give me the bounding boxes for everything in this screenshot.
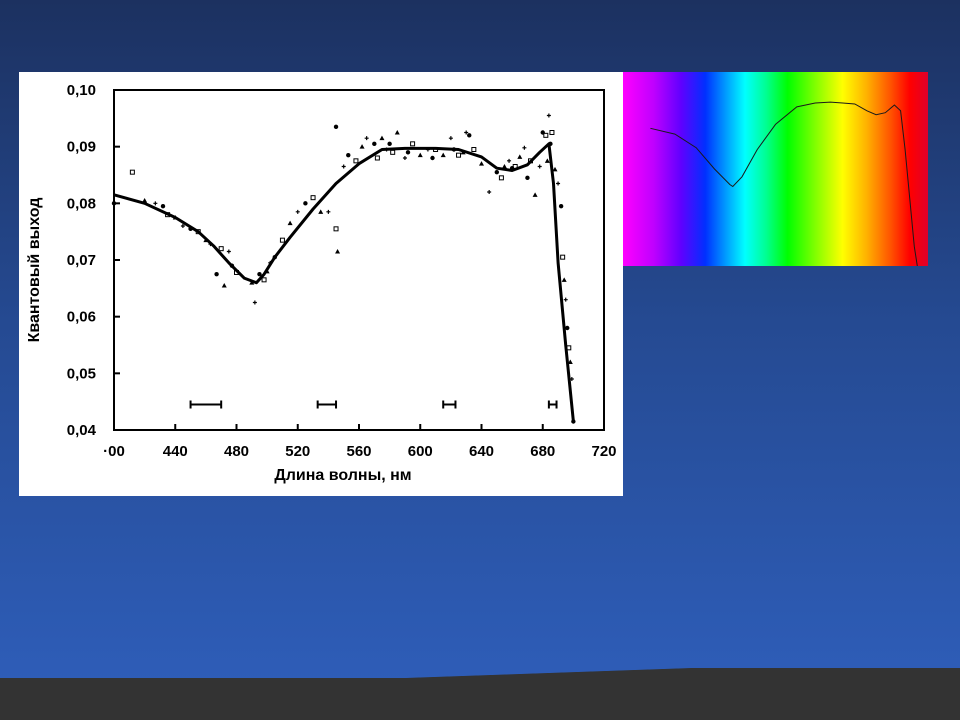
data-point xyxy=(565,325,570,331)
x-tick-label: 560 xyxy=(346,443,371,460)
data-point xyxy=(372,141,377,147)
y-tick-label: 0,09 xyxy=(67,139,96,156)
x-tick-label: 600 xyxy=(408,443,433,460)
data-point xyxy=(318,209,324,214)
spectrum-svg xyxy=(650,101,918,266)
data-point xyxy=(558,203,564,209)
data-point xyxy=(364,136,369,141)
x-tick-label: 480 xyxy=(224,443,249,460)
data-point xyxy=(346,152,351,158)
data-point xyxy=(546,113,551,118)
data-point xyxy=(160,203,166,209)
chart-svg: 0,10 0,09 0,08 0,07 0,06 0,05 0,04 ·00 440 480 52… xyxy=(26,82,617,484)
data-point xyxy=(549,130,555,135)
data-point xyxy=(129,169,135,175)
data-point xyxy=(214,271,219,277)
data-point xyxy=(335,249,341,254)
data-point xyxy=(188,226,193,232)
y-tick-label: 0,08 xyxy=(67,195,96,212)
data-point xyxy=(507,158,512,163)
data-point xyxy=(229,263,235,268)
footer-bar xyxy=(0,678,960,720)
x-tick-label: 680 xyxy=(530,443,555,460)
data-point xyxy=(333,124,339,130)
data-point xyxy=(387,141,392,147)
data-point xyxy=(456,152,462,158)
data-point xyxy=(303,201,308,206)
data-point xyxy=(522,145,527,150)
data-point xyxy=(451,147,457,152)
data-point xyxy=(257,271,262,277)
error-bars xyxy=(189,400,558,409)
data-point xyxy=(417,152,423,158)
data-point xyxy=(532,192,538,197)
data-point xyxy=(561,277,567,282)
y-axis-title: Квантовый выход xyxy=(26,198,43,343)
data-point xyxy=(410,141,416,147)
data-point xyxy=(252,300,257,305)
x-tick-label: ·00 xyxy=(103,443,125,460)
data-point xyxy=(359,144,365,149)
y-tick-label: 0,07 xyxy=(67,252,96,269)
data-point xyxy=(563,297,568,302)
data-point xyxy=(537,164,542,169)
data-point xyxy=(374,155,380,161)
data-point xyxy=(326,209,331,214)
data-point xyxy=(430,155,435,161)
data-point xyxy=(448,136,453,141)
data-point xyxy=(218,246,224,252)
data-series xyxy=(111,113,576,424)
x-tick-label: 440 xyxy=(163,443,188,460)
data-point xyxy=(394,130,400,135)
data-point xyxy=(571,419,576,424)
data-point xyxy=(379,135,385,141)
y-tick-label: 0,10 xyxy=(67,82,96,99)
data-point xyxy=(467,133,472,138)
data-point xyxy=(261,277,267,283)
spectrum-chart xyxy=(623,72,928,266)
footer-bar-edge xyxy=(0,668,960,678)
data-point xyxy=(494,169,500,175)
y-tick-label: 0,05 xyxy=(67,365,96,382)
data-point xyxy=(498,175,504,181)
data-point xyxy=(153,201,158,206)
data-point xyxy=(548,141,553,147)
spectrum-curve-line xyxy=(650,101,918,266)
data-point xyxy=(287,220,293,226)
y-axis-ticks: 0,10 0,09 0,08 0,07 0,06 0,05 0,04 xyxy=(67,82,120,439)
data-point xyxy=(487,190,492,194)
data-point xyxy=(341,164,346,169)
data-point xyxy=(111,201,117,206)
data-point xyxy=(390,149,396,155)
fit-curve-line xyxy=(113,142,575,422)
data-point xyxy=(405,150,411,155)
y-tick-label: 0,04 xyxy=(67,422,97,439)
data-point xyxy=(279,237,285,243)
data-point xyxy=(544,158,550,163)
data-point xyxy=(471,147,477,152)
data-point xyxy=(402,156,407,160)
quantum-yield-chart: 0,10 0,09 0,08 0,07 0,06 0,05 0,04 ·00 440 480 52… xyxy=(19,72,623,496)
data-point xyxy=(560,254,566,260)
data-point xyxy=(501,164,507,169)
x-tick-label: 520 xyxy=(285,443,310,460)
data-point xyxy=(333,226,339,232)
x-tick-label: 640 xyxy=(469,443,494,460)
x-axis-title: Длина волны, нм xyxy=(274,467,411,484)
data-point xyxy=(142,198,148,203)
data-point xyxy=(525,175,530,181)
data-point xyxy=(353,158,359,164)
data-point xyxy=(221,283,227,288)
x-tick-label: 720 xyxy=(591,443,616,460)
plot-frame xyxy=(113,89,605,431)
data-point xyxy=(295,209,300,214)
data-point xyxy=(310,195,316,201)
data-point xyxy=(479,161,484,166)
data-point xyxy=(226,249,231,254)
data-point xyxy=(440,152,446,158)
data-point xyxy=(272,254,277,260)
data-point xyxy=(517,154,523,159)
data-point xyxy=(556,181,561,186)
y-tick-label: 0,06 xyxy=(67,309,96,326)
